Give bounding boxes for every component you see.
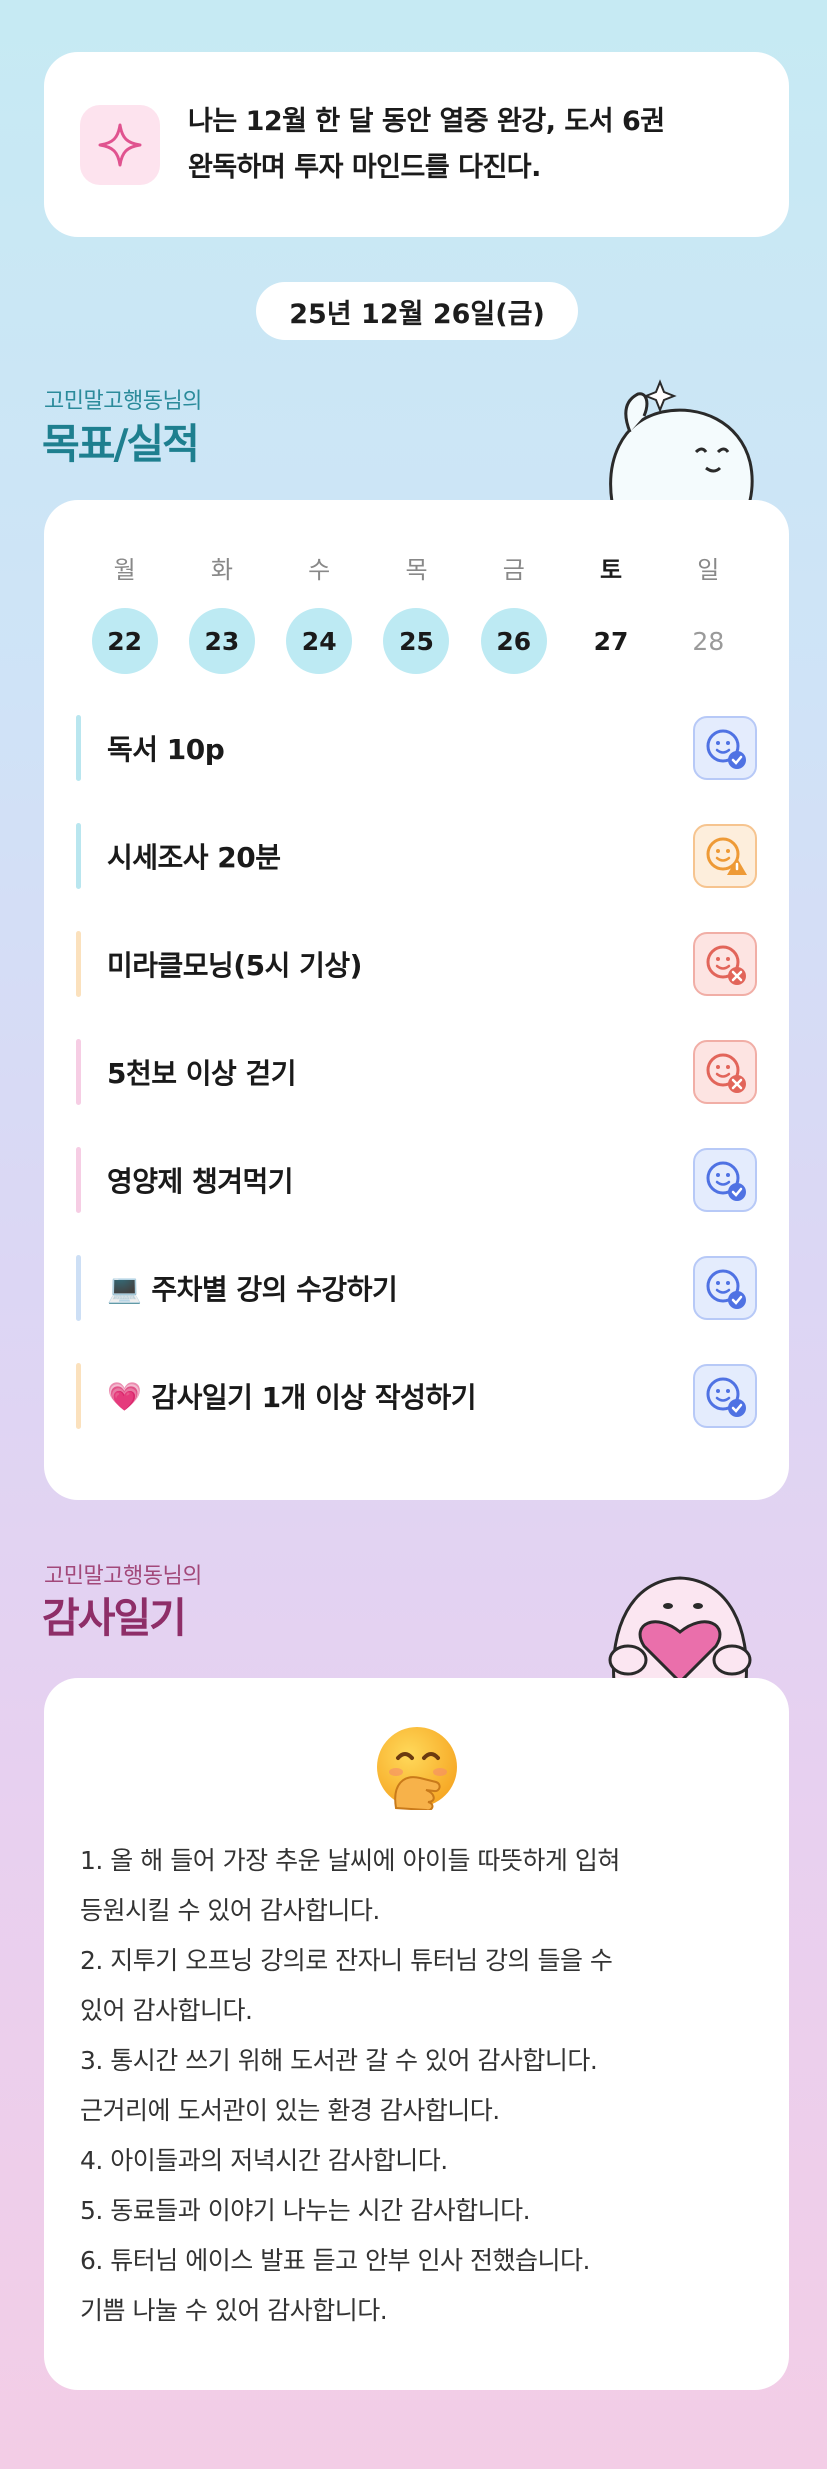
task-label: 시세조사 20분 [107, 836, 693, 876]
task-row[interactable]: 5천보 이상 걷기 [76, 1036, 757, 1108]
gratitude-text: 1. 올 해 들어 가장 추운 날씨에 아이들 따뜻하게 입혀 등원시킬 수 있… [80, 1836, 760, 2336]
task-row[interactable]: 시세조사 20분 [76, 820, 757, 892]
goals-card: 월 화 수 목 금 토 일 22 23 24 25 26 27 28 독서 10… [44, 500, 789, 1500]
fail-face-icon[interactable] [693, 1040, 757, 1104]
good-face-icon[interactable] [693, 716, 757, 780]
good-face-icon[interactable] [693, 1256, 757, 1320]
task-row[interactable]: 💗 감사일기 1개 이상 작성하기 [76, 1360, 757, 1432]
task-label-text: 감사일기 1개 이상 작성하기 [151, 1381, 476, 1414]
task-color-bar [76, 1255, 81, 1321]
heart-mascot-icon [600, 1550, 760, 1686]
weekday-row: 월 화 수 목 금 토 일 [44, 542, 789, 592]
task-label: 독서 10p [107, 728, 693, 768]
task-color-bar [76, 715, 81, 781]
gratitude-line: 근거리에 도서관이 있는 환경 감사합니다. [80, 2096, 500, 2125]
task-label-text: 주차별 강의 수강하기 [151, 1273, 398, 1306]
task-row[interactable]: 영양제 챙겨먹기 [76, 1144, 757, 1216]
gratitude-card: 1. 올 해 들어 가장 추운 날씨에 아이들 따뜻하게 입혀 등원시킬 수 있… [44, 1678, 789, 2390]
task-label-text: 독서 10p [107, 733, 225, 766]
task-label-text: 시세조사 20분 [107, 841, 281, 874]
gratitude-line: 3. 통시간 쓰기 위해 도서관 갈 수 있어 감사합니다. [80, 2046, 598, 2075]
task-color-bar [76, 1363, 81, 1429]
task-label: 💻 주차별 강의 수강하기 [107, 1268, 693, 1308]
heart-icon: 💗 [107, 1379, 142, 1413]
date-27[interactable]: 27 [578, 608, 644, 674]
date-22[interactable]: 22 [91, 608, 158, 674]
warning-face-icon[interactable] [693, 824, 757, 888]
task-color-bar [76, 823, 81, 889]
good-face-icon[interactable] [693, 1364, 757, 1428]
date-28[interactable]: 28 [675, 608, 741, 674]
good-face-icon[interactable] [693, 1148, 757, 1212]
task-color-bar [76, 931, 81, 997]
weekday-sat: 토 [600, 555, 623, 584]
goal-line-1: 나는 12월 한 달 동안 열중 완강, 도서 6권 [188, 105, 665, 137]
date-25[interactable]: 25 [383, 608, 450, 674]
weekday-fri: 금 [502, 555, 525, 584]
task-label: 5천보 이상 걷기 [107, 1052, 693, 1092]
face-with-hand-over-mouth-icon [374, 1724, 460, 1812]
gratitude-line: 1. 올 해 들어 가장 추운 날씨에 아이들 따뜻하게 입혀 [80, 1846, 620, 1875]
goals-section-title: 목표/실적 [42, 420, 200, 468]
fail-face-icon[interactable] [693, 932, 757, 996]
goal-card: 나는 12월 한 달 동안 열중 완강, 도서 6권 완독하며 투자 마인드를 … [44, 52, 789, 237]
weekday-mon: 월 [113, 555, 136, 584]
waving-mascot-icon [600, 372, 760, 512]
gratitude-line: 기쁨 나눌 수 있어 감사합니다. [80, 2296, 388, 2325]
laptop-icon: 💻 [107, 1271, 142, 1305]
task-color-bar [76, 1039, 81, 1105]
task-label: 💗 감사일기 1개 이상 작성하기 [107, 1376, 693, 1416]
weekday-tue: 화 [210, 555, 233, 584]
date-row: 22 23 24 25 26 27 28 [44, 606, 789, 676]
gratitude-line: 있어 감사합니다. [80, 1996, 253, 2025]
weekday-wed: 수 [308, 555, 331, 584]
gratitude-line: 2. 지투기 오프닝 강의로 잔자니 튜터님 강의 들을 수 [80, 1946, 613, 1975]
date-26[interactable]: 26 [480, 608, 547, 674]
weekday-thu: 목 [405, 555, 428, 584]
task-label-text: 미라클모닝(5시 기상) [107, 949, 362, 982]
task-label: 미라클모닝(5시 기상) [107, 944, 693, 984]
gratitude-line: 6. 튜터님 에이스 발표 듣고 안부 인사 전했습니다. [80, 2246, 590, 2275]
date-24[interactable]: 24 [286, 608, 353, 674]
task-label-text: 영양제 챙겨먹기 [107, 1165, 294, 1198]
goal-statement: 나는 12월 한 달 동안 열중 완강, 도서 6권 완독하며 투자 마인드를 … [188, 99, 665, 191]
task-label-text: 5천보 이상 걷기 [107, 1057, 297, 1090]
task-row[interactable]: 미라클모닝(5시 기상) [76, 928, 757, 1000]
sparkle-icon [80, 104, 160, 185]
task-row[interactable]: 💻 주차별 강의 수강하기 [76, 1252, 757, 1324]
gratitude-line: 등원시킬 수 있어 감사합니다. [80, 1896, 380, 1925]
task-color-bar [76, 1147, 81, 1213]
task-row[interactable]: 독서 10p [76, 712, 757, 784]
date-23[interactable]: 23 [188, 608, 255, 674]
task-label: 영양제 챙겨먹기 [107, 1160, 693, 1200]
gratitude-line: 5. 동료들과 이야기 나누는 시간 감사합니다. [80, 2196, 531, 2225]
goal-line-2: 완독하며 투자 마인드를 다진다. [188, 151, 541, 183]
date-label: 25년 12월 26일(금) [256, 282, 578, 340]
gratitude-section-title: 감사일기 [42, 1594, 187, 1642]
weekday-sun: 일 [697, 555, 720, 584]
gratitude-line: 4. 아이들과의 저녁시간 감사합니다. [80, 2146, 448, 2175]
